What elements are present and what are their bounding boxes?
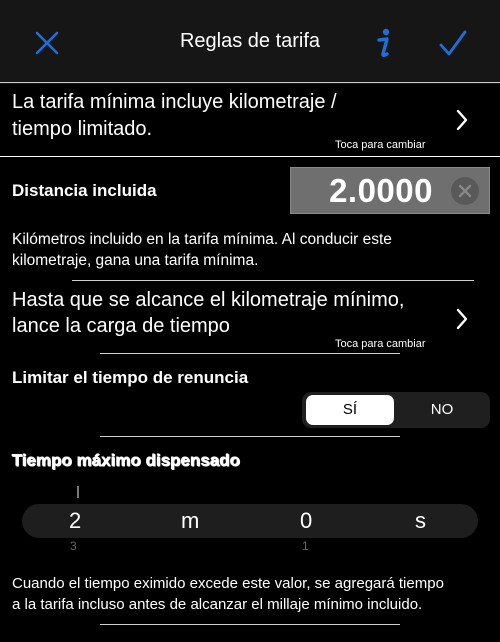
distance-description-line1: Kilómetros incluido en la tarifa mínima.…	[12, 231, 392, 248]
divider	[0, 156, 500, 157]
distance-value: 2.0000	[329, 172, 433, 209]
fare-includes-text-line1: La tarifa mínima incluye kilometraje /	[12, 91, 337, 113]
fare-includes-row[interactable]: La tarifa mínima incluye kilometraje / t…	[0, 84, 500, 156]
tap-to-change-hint: Toca para cambiar	[335, 139, 426, 151]
distance-description-line2: kilometraje, gana una tarifa mínima.	[12, 252, 259, 269]
picker-hours-above	[76, 486, 80, 501]
max-time-description-line2: a la tarifa incluso antes de alcanzar el…	[12, 596, 423, 613]
time-charge-row[interactable]: Hasta que se alcance el kilometraje míni…	[0, 284, 500, 354]
picker-minutes-below: 1	[302, 539, 309, 553]
info-button[interactable]	[370, 26, 396, 60]
time-charge-text-line1: Hasta que se alcance el kilometraje míni…	[12, 289, 405, 311]
waiver-toggle[interactable]: SÍ NO	[302, 392, 490, 428]
distance-label: Distancia incluida	[12, 181, 157, 200]
done-button[interactable]	[436, 27, 470, 61]
picker-hours-value[interactable]: 2	[69, 508, 81, 534]
clear-button[interactable]	[451, 177, 479, 205]
divider	[100, 624, 400, 625]
tap-to-change-hint: Toca para cambiar	[335, 338, 426, 350]
chevron-right-icon	[456, 308, 468, 330]
max-time-description-line1: Cuando el tiempo eximido excede este val…	[12, 575, 444, 592]
distance-input[interactable]: 2.0000	[290, 167, 490, 214]
option-no[interactable]: NO	[398, 395, 486, 425]
divider	[100, 353, 400, 354]
time-picker[interactable]	[22, 504, 478, 538]
picker-minutes-value[interactable]: 0	[300, 508, 312, 534]
fare-includes-text-line2: tiempo limitado.	[12, 118, 153, 140]
picker-minutes-unit: s	[415, 508, 426, 533]
divider	[0, 82, 500, 83]
picker-hours-unit: m	[181, 508, 200, 533]
chevron-right-icon	[456, 109, 468, 131]
clear-icon	[458, 184, 472, 198]
divider	[100, 436, 400, 437]
picker-hours-below: 3	[70, 539, 77, 553]
max-time-label: Tiempo máximo dispensado	[12, 451, 241, 470]
time-charge-text-line2: lance la carga de tiempo	[12, 315, 230, 337]
divider	[72, 280, 474, 281]
waiver-limit-label: Limitar el tiempo de renuncia	[12, 368, 249, 387]
option-yes[interactable]: SÍ	[306, 395, 394, 425]
checkmark-icon	[439, 30, 467, 56]
page-title: Reglas de tarifa	[179, 30, 321, 52]
info-icon	[377, 28, 390, 58]
